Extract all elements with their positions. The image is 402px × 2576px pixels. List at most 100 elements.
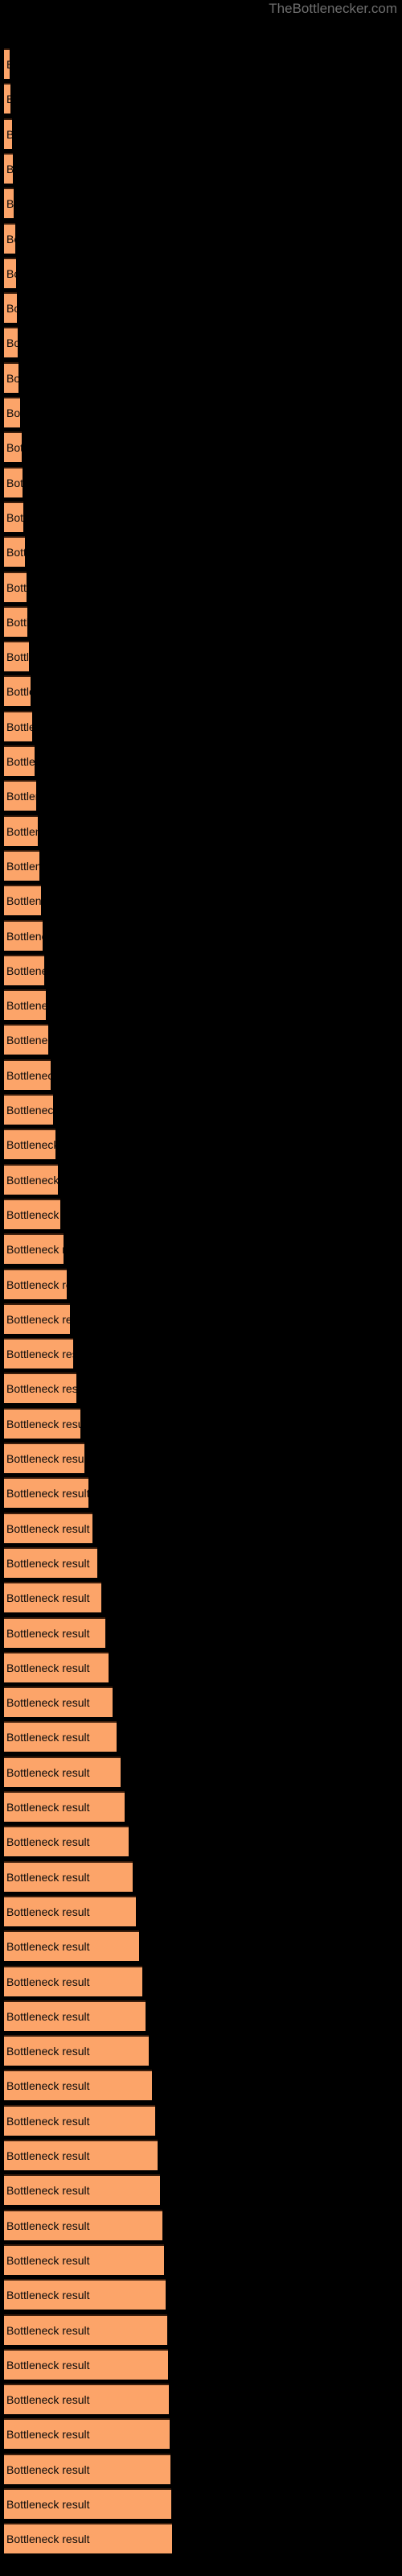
bar-r23[interactable]: Bottleneck result — [4, 815, 38, 846]
bar-r13[interactable]: Bottleneck result — [4, 466, 23, 497]
bar-label: Bottleneck result — [6, 407, 20, 419]
bar-label: Bottleneck result — [6, 371, 18, 385]
bar-r18[interactable]: Bottleneck result — [4, 641, 29, 672]
bar-label: Bottleneck result — [6, 1068, 51, 1082]
bar-label: Bottleneck result — [6, 1556, 90, 1570]
bar-r58[interactable]: Bottleneck result — [4, 2035, 149, 2066]
bar-r36[interactable]: Bottleneck result — [4, 1268, 67, 1299]
bar-r7[interactable]: Bottleneck result — [4, 257, 16, 288]
bar-label: Bottleneck result — [6, 1348, 73, 1361]
bar-r44[interactable]: Bottleneck result — [4, 1546, 97, 1578]
bar-r43[interactable]: Bottleneck result — [4, 1512, 92, 1543]
bar-r72[interactable]: Bottleneck result — [4, 2523, 172, 2554]
bar-r57[interactable]: Bottleneck result — [4, 2000, 146, 2031]
bar-r17[interactable]: Bottleneck result — [4, 605, 27, 637]
bar-r69[interactable]: Bottleneck result — [4, 2418, 170, 2450]
bar-r59[interactable]: Bottleneck result — [4, 2070, 152, 2101]
bar-r4[interactable]: Bottleneck result — [4, 152, 13, 184]
bar-r50[interactable]: Bottleneck result — [4, 1756, 121, 1787]
bar-label: Bottleneck result — [6, 58, 10, 71]
bar-label: Bottleneck result — [6, 1801, 90, 1814]
bar-r24[interactable]: Bottleneck result — [4, 849, 39, 881]
bar-label: Bottleneck result — [6, 1870, 90, 1884]
bar-r49[interactable]: Bottleneck result — [4, 1721, 117, 1752]
bar-r70[interactable]: Bottleneck result — [4, 2453, 170, 2484]
bar-label: Bottleneck result — [6, 546, 25, 559]
bar-label: Bottleneck result — [6, 2428, 90, 2442]
bar-r63[interactable]: Bottleneck result — [4, 2209, 162, 2240]
bar-r47[interactable]: Bottleneck result — [4, 1651, 109, 1682]
bar-r67[interactable]: Bottleneck result — [4, 2348, 168, 2380]
bar-label: Bottleneck result — [6, 929, 43, 943]
bar-r39[interactable]: Bottleneck result — [4, 1373, 76, 1404]
bar-r61[interactable]: Bottleneck result — [4, 2140, 158, 2170]
bar-r10[interactable]: Bottleneck result — [4, 361, 18, 393]
bar-r42[interactable]: Bottleneck result — [4, 1477, 88, 1509]
bar-r41[interactable]: Bottleneck result — [4, 1443, 84, 1473]
bar-r29[interactable]: Bottleneck result — [4, 1024, 48, 1055]
bar-r40[interactable]: Bottleneck result — [4, 1407, 80, 1439]
bar-r26[interactable]: Bottleneck result — [4, 919, 43, 951]
bar-label: Bottleneck result — [6, 2114, 90, 2128]
bar-label: Bottleneck result — [6, 510, 23, 524]
bar-label: Bottleneck result — [6, 999, 46, 1013]
bar-label: Bottleneck result — [6, 2009, 90, 2023]
bar-r19[interactable]: Bottleneck result — [4, 675, 31, 707]
bar-r35[interactable]: Bottleneck result — [4, 1233, 64, 1265]
bar-label: Bottleneck result — [6, 755, 35, 768]
bar-r52[interactable]: Bottleneck result — [4, 1826, 129, 1857]
bar-r14[interactable]: Bottleneck result — [4, 501, 23, 532]
bar-r53[interactable]: Bottleneck result — [4, 1860, 133, 1892]
bar-r11[interactable]: Bottleneck result — [4, 397, 20, 427]
bar-r21[interactable]: Bottleneck result — [4, 745, 35, 776]
bar-r38[interactable]: Bottleneck result — [4, 1338, 73, 1369]
bar-r12[interactable]: Bottleneck result — [4, 431, 22, 463]
bottleneck-bar-chart: TheBottlenecker.com Bottleneck resultBot… — [0, 0, 402, 2576]
bar-r46[interactable]: Bottleneck result — [4, 1616, 105, 1648]
bar-r55[interactable]: Bottleneck result — [4, 1930, 139, 1962]
bar-r3[interactable]: Bottleneck result — [4, 118, 12, 149]
bar-r1[interactable]: Bottleneck result — [4, 48, 10, 79]
bar-r16[interactable]: Bottleneck result — [4, 571, 27, 602]
bar-r28[interactable]: Bottleneck result — [4, 989, 46, 1021]
bar-r8[interactable]: Bottleneck result — [4, 292, 17, 324]
bar-label: Bottleneck result — [6, 790, 36, 803]
bar-r5[interactable]: Bottleneck result — [4, 188, 14, 219]
bar-r25[interactable]: Bottleneck result — [4, 885, 41, 916]
bar-r27[interactable]: Bottleneck result — [4, 954, 44, 985]
bar-label: Bottleneck result — [6, 1661, 90, 1674]
bar-r66[interactable]: Bottleneck result — [4, 2314, 167, 2345]
bar-r51[interactable]: Bottleneck result — [4, 1791, 125, 1822]
bar-r30[interactable]: Bottleneck result — [4, 1059, 51, 1090]
bar-r71[interactable]: Bottleneck result — [4, 2488, 171, 2519]
bar-label: Bottleneck result — [6, 2149, 90, 2162]
bar-label: Bottleneck result — [6, 1731, 90, 1744]
bar-r22[interactable]: Bottleneck result — [4, 780, 36, 811]
bar-r64[interactable]: Bottleneck result — [4, 2244, 164, 2275]
bar-r15[interactable]: Bottleneck result — [4, 536, 25, 568]
bar-r2[interactable]: Bottleneck result — [4, 83, 10, 114]
bar-r20[interactable]: Bottleneck result — [4, 710, 32, 741]
bar-label: Bottleneck result — [6, 2045, 90, 2058]
bar-r6[interactable]: Bottleneck result — [4, 222, 15, 254]
bar-r56[interactable]: Bottleneck result — [4, 1965, 142, 1996]
bar-label: Bottleneck result — [6, 163, 13, 175]
bar-label: Bottleneck result — [6, 2323, 90, 2337]
bar-label: Bottleneck result — [6, 1975, 90, 1988]
bar-r60[interactable]: Bottleneck result — [4, 2104, 155, 2136]
bar-r33[interactable]: Bottleneck result — [4, 1163, 58, 1195]
bar-label: Bottleneck result — [6, 859, 39, 873]
bar-label: Bottleneck result — [6, 1138, 55, 1152]
bar-r32[interactable]: Bottleneck result — [4, 1129, 55, 1160]
bar-r34[interactable]: Bottleneck result — [4, 1198, 60, 1229]
bar-r9[interactable]: Bottleneck result — [4, 327, 18, 358]
bar-r31[interactable]: Bottleneck result — [4, 1094, 53, 1125]
bar-r45[interactable]: Bottleneck result — [4, 1582, 101, 1613]
bar-r65[interactable]: Bottleneck result — [4, 2279, 166, 2310]
bar-r48[interactable]: Bottleneck result — [4, 1686, 113, 1718]
bar-r68[interactable]: Bottleneck result — [4, 2384, 169, 2415]
bar-label: Bottleneck result — [6, 615, 27, 629]
bar-r62[interactable]: Bottleneck result — [4, 2174, 160, 2206]
bar-r37[interactable]: Bottleneck result — [4, 1302, 70, 1334]
bar-r54[interactable]: Bottleneck result — [4, 1895, 136, 1926]
